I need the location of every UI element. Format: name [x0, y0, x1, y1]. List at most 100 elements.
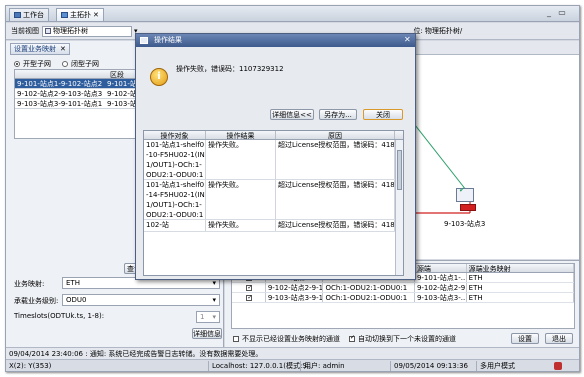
- reason-cell: 超过License授权范围，错误码：41861: [276, 180, 395, 219]
- radio-button[interactable]: [14, 61, 20, 67]
- mapping-cell: ETH: [467, 293, 574, 302]
- table-row[interactable]: 9-102-站点2-9-10... OCh:1-ODU2:1-ODU0:1 9-…: [232, 283, 574, 293]
- tree-icon: [45, 28, 51, 34]
- radio-label: 闭型子网: [71, 60, 99, 68]
- exit-button[interactable]: 退出: [545, 333, 573, 344]
- object-cell: 102-站: [144, 220, 206, 231]
- tab-bar: 工作台 主拓扑 ✕ _ ▭: [6, 6, 579, 22]
- chevron-down-icon: ▾: [212, 279, 216, 287]
- checkbox[interactable]: [246, 283, 252, 292]
- segment-cell: 9-102-站点2-9-10...: [267, 283, 324, 292]
- checkbox[interactable]: [233, 336, 239, 342]
- topology-icon: [61, 12, 68, 18]
- radio-button[interactable]: [62, 61, 68, 67]
- checkbox[interactable]: [246, 293, 252, 302]
- close-icon[interactable]: ✕: [60, 45, 66, 53]
- column-header: 源端: [415, 264, 467, 272]
- radio-label: 开型子网: [23, 60, 51, 68]
- tab-label: 主拓扑: [70, 11, 91, 19]
- link-green[interactable]: [414, 124, 471, 196]
- column-header: 源端业务映射: [467, 264, 574, 272]
- chevron-down-icon: ▾: [212, 296, 216, 304]
- error-message: 操作失败，错误码：1107329312: [176, 65, 284, 73]
- view-combo[interactable]: 物理拓扑树: [42, 25, 132, 37]
- table-row[interactable]: 102-站 操作失败。 超过License授权范围，错误码：41861: [144, 220, 403, 232]
- status-message: 09/04/2014 23:40:06 : 通知: 系统已经完成告警日志转储。没…: [6, 347, 579, 359]
- object-cell: 101-站点1-shelf0-14-F5HU02-1(IN1/OUT1)-OCh…: [146, 180, 206, 219]
- localhost-info: Localhost: 127.0.0.1(模式:S...: [208, 361, 313, 371]
- select-value: 1: [200, 313, 205, 321]
- status-bar: X(2): Y(353) Localhost: 127.0.0.1(模式:S..…: [6, 359, 579, 371]
- mapping-cell: ETH: [467, 283, 574, 292]
- close-icon[interactable]: ✕: [93, 11, 99, 19]
- timeslots-label: Timeslots(ODTUk.ts, 1-8):: [14, 312, 105, 320]
- table-header: 操作对象 操作结果 原因: [144, 131, 403, 140]
- table-row[interactable]: 9-103-站点3-9-10... OCh:1-ODU2:1-ODU0:1 9-…: [232, 293, 574, 303]
- source-cell: 9-103-站点3-...: [416, 293, 467, 302]
- tab-main-topology[interactable]: 主拓扑 ✕: [56, 8, 104, 21]
- radio-closed-subnet[interactable]: 闭型子网: [62, 59, 99, 69]
- tab-label: 工作台: [23, 11, 44, 19]
- save-as-button[interactable]: 另存为...: [319, 109, 357, 120]
- node-label: 9-103-站点3: [444, 220, 486, 228]
- datetime-info: 09/05/2014 09:13:36: [390, 361, 476, 371]
- close-button[interactable]: 关闭: [363, 109, 403, 120]
- check-icon: ✔: [459, 186, 465, 194]
- flag-cell: [232, 283, 266, 292]
- segment-name: 9-102-站点2-9-103-站点3: [17, 90, 103, 98]
- scrollbar-thumb[interactable]: [397, 150, 402, 190]
- chevron-down-icon: ▾: [212, 313, 216, 321]
- auto-switch-option[interactable]: 自动切换到下一个未设置的通道: [349, 334, 456, 344]
- select-value: ODU0: [66, 296, 87, 304]
- checkbox-label: 不显示已经设置业务映射的通道: [242, 335, 340, 343]
- carrier-level-label: 承载业务级别:: [14, 297, 59, 305]
- object-cell: 101-站点1-shelf0-10-F5HU02-1(IN1/OUT1)-OCh…: [146, 140, 206, 179]
- table-row[interactable]: 101-站点1-shelf0-14-F5HU02-1(IN1/OUT1)-OCh…: [144, 180, 403, 220]
- minimize-icon[interactable]: _: [544, 8, 554, 18]
- mode-info: 多用户模式: [476, 361, 546, 371]
- column-header: 操作对象: [144, 131, 206, 140]
- view-combo-value: 物理拓扑树: [53, 27, 88, 35]
- column-header: 原因: [276, 131, 395, 140]
- close-icon[interactable]: ✕: [404, 35, 411, 44]
- detail-info-button[interactable]: 详细信息: [192, 328, 222, 339]
- channel-cell: OCh:1-ODU2:1-ODU0:1: [323, 283, 415, 292]
- channel-cell: OCh:1-ODU2:1-ODU0:1: [323, 293, 415, 302]
- alarm-icon: [460, 204, 476, 211]
- mapping-cell: ETH: [467, 273, 574, 282]
- result-table: 操作对象 操作结果 原因 101-站点1-shelf0-10-F5HU02-1(…: [143, 130, 404, 276]
- restore-icon[interactable]: ▭: [557, 8, 567, 18]
- timeslots-select[interactable]: 1 ▾: [196, 311, 220, 323]
- tab-workbench[interactable]: 工作台: [9, 8, 49, 21]
- workbench-icon: [14, 12, 21, 18]
- location-value: 物理拓扑树/: [424, 27, 463, 35]
- source-cell: 9-101-站点1-...: [416, 273, 467, 282]
- select-value: ETH: [66, 279, 80, 287]
- carrier-level-select[interactable]: ODU0 ▾: [62, 294, 220, 306]
- result-cell: 操作失败。: [206, 180, 276, 219]
- alarm-indicator-icon[interactable]: [554, 362, 562, 370]
- detail-toggle-button[interactable]: 详细信息<<: [270, 109, 314, 120]
- source-cell: 9-102-站点2-9...: [416, 283, 467, 292]
- checkbox-label: 自动切换到下一个未设置的通道: [358, 335, 456, 343]
- settings-button[interactable]: 设置: [511, 333, 539, 344]
- service-mapping-label: 业务映射:: [14, 280, 45, 288]
- tab-set-service-mapping[interactable]: 设置业务映射 ✕: [10, 43, 70, 55]
- hide-configured-option[interactable]: 不显示已经设置业务映射的通道: [233, 334, 340, 344]
- info-icon: i: [150, 68, 168, 86]
- user-info: 用户: admin: [300, 361, 390, 371]
- reason-cell: 超过License授权范围，错误码：41861: [276, 140, 395, 179]
- column-header: 操作结果: [206, 131, 276, 140]
- radio-open-subnet[interactable]: 开型子网: [14, 59, 51, 69]
- app-icon: [140, 37, 148, 44]
- dialog-title: 操作结果: [136, 34, 415, 47]
- table-row[interactable]: 101-站点1-shelf0-10-F5HU02-1(IN1/OUT1)-OCh…: [144, 140, 403, 180]
- segment-name: 9-103-站点3-9-101-站点1: [17, 100, 103, 108]
- checkbox[interactable]: [349, 334, 355, 342]
- result-cell: 操作失败。: [206, 220, 276, 231]
- view-label: 当前视图: [11, 27, 39, 35]
- vertical-scrollbar[interactable]: [395, 140, 403, 275]
- segment-cell: 9-103-站点3-9-10...: [267, 293, 324, 302]
- subtab-label: 设置业务映射: [14, 45, 56, 53]
- result-cell: 操作失败。: [206, 140, 276, 179]
